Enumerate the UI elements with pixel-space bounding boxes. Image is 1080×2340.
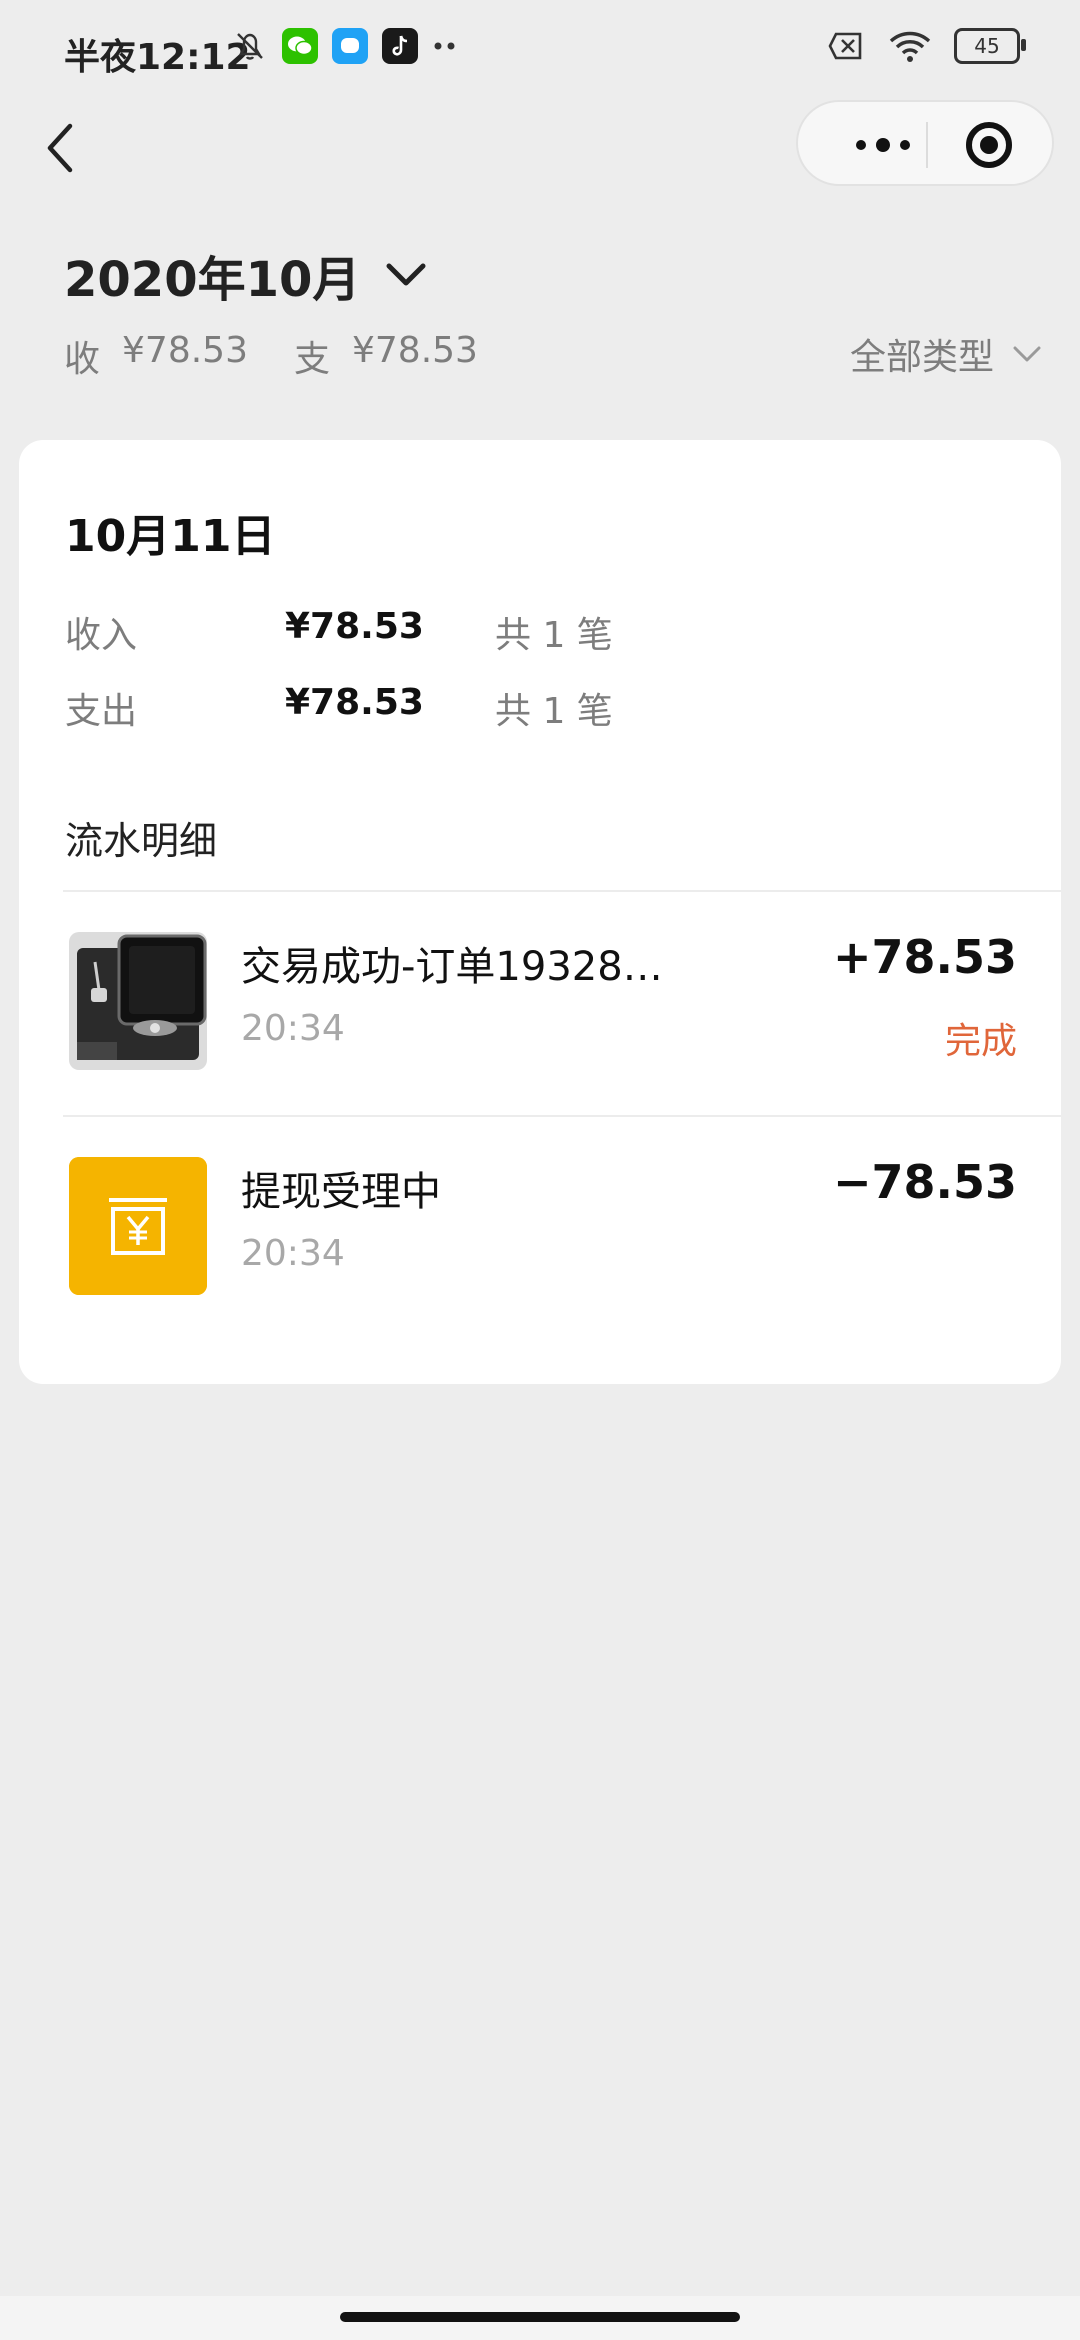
status-bar: 半夜12:12 45 (0, 0, 1080, 100)
product-photo (69, 932, 207, 1070)
chat-app-icon (332, 28, 368, 64)
back-button[interactable] (36, 118, 86, 178)
capsule-divider (926, 122, 928, 168)
expense-summary-label: 支 (293, 339, 330, 380)
wechat-icon (282, 28, 318, 64)
type-filter-label: 全部类型 (849, 337, 994, 378)
transaction-status: 完成 (944, 1021, 1017, 1062)
chevron-left-icon (47, 123, 73, 173)
income-summary: 收 ¥78.53 (64, 330, 248, 382)
more-dots-icon (434, 42, 455, 50)
battery-level: 45 (974, 34, 1000, 58)
sim-off-icon (828, 32, 862, 60)
chevron-down-icon (1013, 346, 1041, 362)
month-title: 2020年10月 (64, 252, 361, 308)
day-card: 10月11日 收入 ¥78.53 共 1 笔 支出 ¥78.53 共 1 笔 流… (19, 440, 1061, 1384)
transaction-row[interactable]: 交易成功-订单193286... 20:34 +78.53 完成 (19, 892, 1061, 1116)
tiktok-icon (382, 28, 418, 64)
chevron-down-icon (386, 263, 426, 286)
notification-icons (232, 28, 458, 64)
transaction-amount: +78.53 (832, 930, 1017, 984)
status-time: 半夜12:12 (64, 37, 251, 78)
expense-stat-row: 支出 ¥78.53 共 1 笔 (65, 682, 665, 732)
transaction-title: 交易成功-订单193286... (241, 944, 681, 990)
month-selector[interactable]: 2020年10月 (64, 240, 428, 310)
transaction-title: 提现受理中 (241, 1169, 441, 1215)
transaction-row[interactable]: 提现受理中 20:34 −78.53 (19, 1117, 1061, 1341)
target-close-icon[interactable] (966, 122, 1012, 168)
system-icons: 45 (826, 28, 1026, 64)
expense-stat-count: 共 1 笔 (495, 691, 613, 732)
month-summary: 收 ¥78.53 支 ¥78.53 (64, 330, 478, 382)
transaction-time: 20:34 (241, 1008, 345, 1049)
income-stat-row: 收入 ¥78.53 共 1 笔 (65, 606, 665, 656)
wifi-icon (889, 31, 931, 62)
bell-off-icon (237, 33, 263, 60)
expense-stat-label: 支出 (65, 691, 138, 732)
transaction-amount: −78.53 (832, 1155, 1017, 1209)
expense-summary-value: ¥78.53 (352, 330, 478, 371)
more-button[interactable] (838, 130, 928, 160)
more-dots-icon-right (900, 140, 910, 150)
transaction-time: 20:34 (241, 1233, 345, 1274)
more-dots-icon (856, 140, 866, 150)
income-stat-amount: ¥78.53 (285, 606, 424, 647)
type-filter-dropdown[interactable]: 全部类型 (850, 328, 1042, 380)
income-stat-label: 收入 (65, 615, 138, 656)
withdraw-thumbnail (69, 1157, 207, 1295)
day-title: 10月11日 (65, 511, 276, 562)
battery-icon: 45 (954, 28, 1026, 64)
home-indicator[interactable] (340, 2312, 740, 2322)
expense-summary: 支 ¥78.53 (294, 330, 478, 382)
more-dots-icon-center (876, 138, 890, 152)
expense-stat-amount: ¥78.53 (285, 682, 424, 723)
product-thumbnail (69, 932, 207, 1070)
mini-program-capsule (796, 100, 1054, 186)
income-summary-label: 收 (64, 339, 101, 380)
income-summary-value: ¥78.53 (122, 330, 248, 371)
section-title: 流水明细 (65, 819, 218, 863)
income-stat-count: 共 1 笔 (495, 615, 613, 656)
withdraw-icon (69, 1157, 207, 1295)
